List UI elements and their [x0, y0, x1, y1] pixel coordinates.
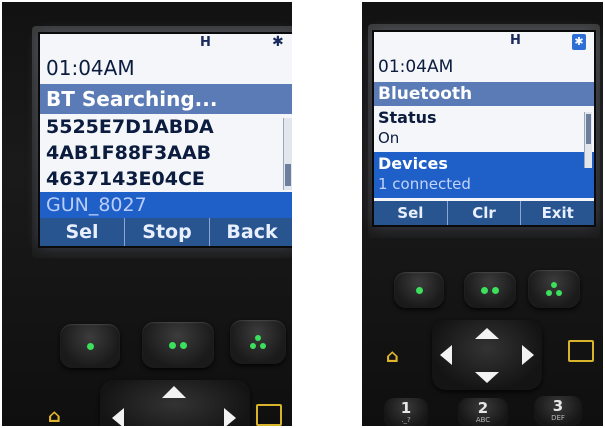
three-dots-icon — [546, 282, 562, 296]
arrow-up-icon[interactable] — [162, 386, 186, 398]
key-3[interactable]: 3 DEF — [534, 396, 582, 426]
soft-button-1[interactable] — [60, 324, 120, 368]
devices-item-selected[interactable]: Devices 1 connected — [374, 152, 594, 198]
signal-h-icon: H — [200, 35, 211, 50]
right-phone-photo: H ✱ 01:04AM Bluetooth Status On Devices … — [362, 2, 603, 426]
scroll-thumb[interactable] — [285, 164, 291, 186]
left-phone-photo: H ✱ 01:04AM BT Searching... 5525E7D1ABDA… — [2, 2, 292, 426]
navigation-pad[interactable] — [100, 380, 250, 426]
soft-button-3[interactable] — [230, 320, 286, 364]
status-label: Status — [378, 108, 437, 127]
led-dot-icon — [180, 341, 187, 349]
led-dot-icon — [86, 342, 94, 350]
softkey-stop[interactable]: Stop — [125, 218, 210, 246]
arrow-left-icon[interactable] — [440, 345, 452, 365]
devices-value: 1 connected — [378, 175, 471, 193]
screen-title: BT Searching... — [40, 84, 292, 114]
softkey-exit[interactable]: Exit — [521, 201, 594, 225]
arrow-down-icon[interactable] — [475, 372, 499, 383]
key-1-letters: ._? — [401, 416, 411, 424]
three-dots-icon — [250, 335, 266, 349]
softkey-sel[interactable]: Sel — [40, 218, 125, 246]
scrollbar[interactable] — [584, 112, 592, 168]
device-item-1[interactable]: 5525E7D1ABDA — [40, 114, 292, 140]
led-dot-icon — [492, 286, 499, 294]
screen-title: Bluetooth — [374, 82, 594, 106]
soft-button-3[interactable] — [528, 270, 580, 308]
home-icon[interactable]: ⌂ — [386, 346, 399, 367]
softkey-sel[interactable]: Sel — [374, 201, 448, 225]
led-dot-icon — [169, 341, 176, 349]
home-icon[interactable]: ⌂ — [48, 406, 61, 426]
device-item-4-selected[interactable]: GUN_8027 — [40, 192, 292, 218]
key-1-digit: 1 — [400, 399, 412, 417]
arrow-left-icon[interactable] — [112, 408, 124, 426]
key-2[interactable]: 2 ABC — [458, 398, 508, 426]
navigation-pad[interactable] — [432, 320, 542, 390]
key-3-letters: DEF — [551, 414, 565, 422]
arrow-right-icon[interactable] — [224, 408, 236, 426]
key-2-letters: ABC — [475, 416, 491, 424]
device-item-2[interactable]: 4AB1F88F3AAB — [40, 140, 292, 166]
softkey-clr[interactable]: Clr — [448, 201, 522, 225]
device-item-3[interactable]: 4637143E04CE — [40, 166, 292, 192]
clock: 01:04AM — [46, 56, 135, 80]
soft-button-2[interactable] — [464, 272, 516, 308]
signal-h-icon: H — [510, 33, 521, 48]
status-bar: H ✱ — [374, 32, 594, 52]
bluetooth-icon: ✱ — [572, 34, 586, 50]
device-list: 5525E7D1ABDA 4AB1F88F3AAB 4637143E04CE G… — [40, 114, 292, 218]
led-dot-icon — [481, 286, 488, 294]
softkey-bar: Sel Stop Back — [40, 218, 292, 246]
clock: 01:04AM — [378, 57, 454, 77]
phonebook-icon[interactable] — [256, 404, 282, 426]
phone-screen: H ✱ 01:04AM Bluetooth Status On Devices … — [374, 32, 594, 225]
bluetooth-icon: ✱ — [272, 34, 284, 50]
soft-button-1[interactable] — [394, 272, 444, 308]
key-2-digit: 2 — [477, 399, 489, 417]
scroll-thumb[interactable] — [586, 114, 591, 144]
phone-screen: H ✱ 01:04AM BT Searching... 5525E7D1ABDA… — [40, 34, 292, 246]
status-bar: H ✱ — [40, 34, 292, 52]
arrow-right-icon[interactable] — [522, 345, 534, 365]
status-value: On — [378, 129, 400, 147]
phonebook-icon[interactable] — [568, 340, 594, 362]
scrollbar[interactable] — [283, 118, 292, 190]
status-item[interactable]: Status On — [374, 106, 594, 152]
led-dot-icon — [415, 286, 423, 294]
key-3-digit: 3 — [552, 397, 564, 415]
arrow-up-icon[interactable] — [475, 328, 499, 339]
softkey-bar: Sel Clr Exit — [374, 201, 594, 225]
softkey-back[interactable]: Back — [210, 218, 292, 246]
devices-label: Devices — [378, 154, 448, 173]
soft-button-2[interactable] — [142, 322, 214, 368]
settings-list: Status On Devices 1 connected — [374, 106, 594, 200]
key-1[interactable]: 1 ._? — [384, 398, 428, 426]
